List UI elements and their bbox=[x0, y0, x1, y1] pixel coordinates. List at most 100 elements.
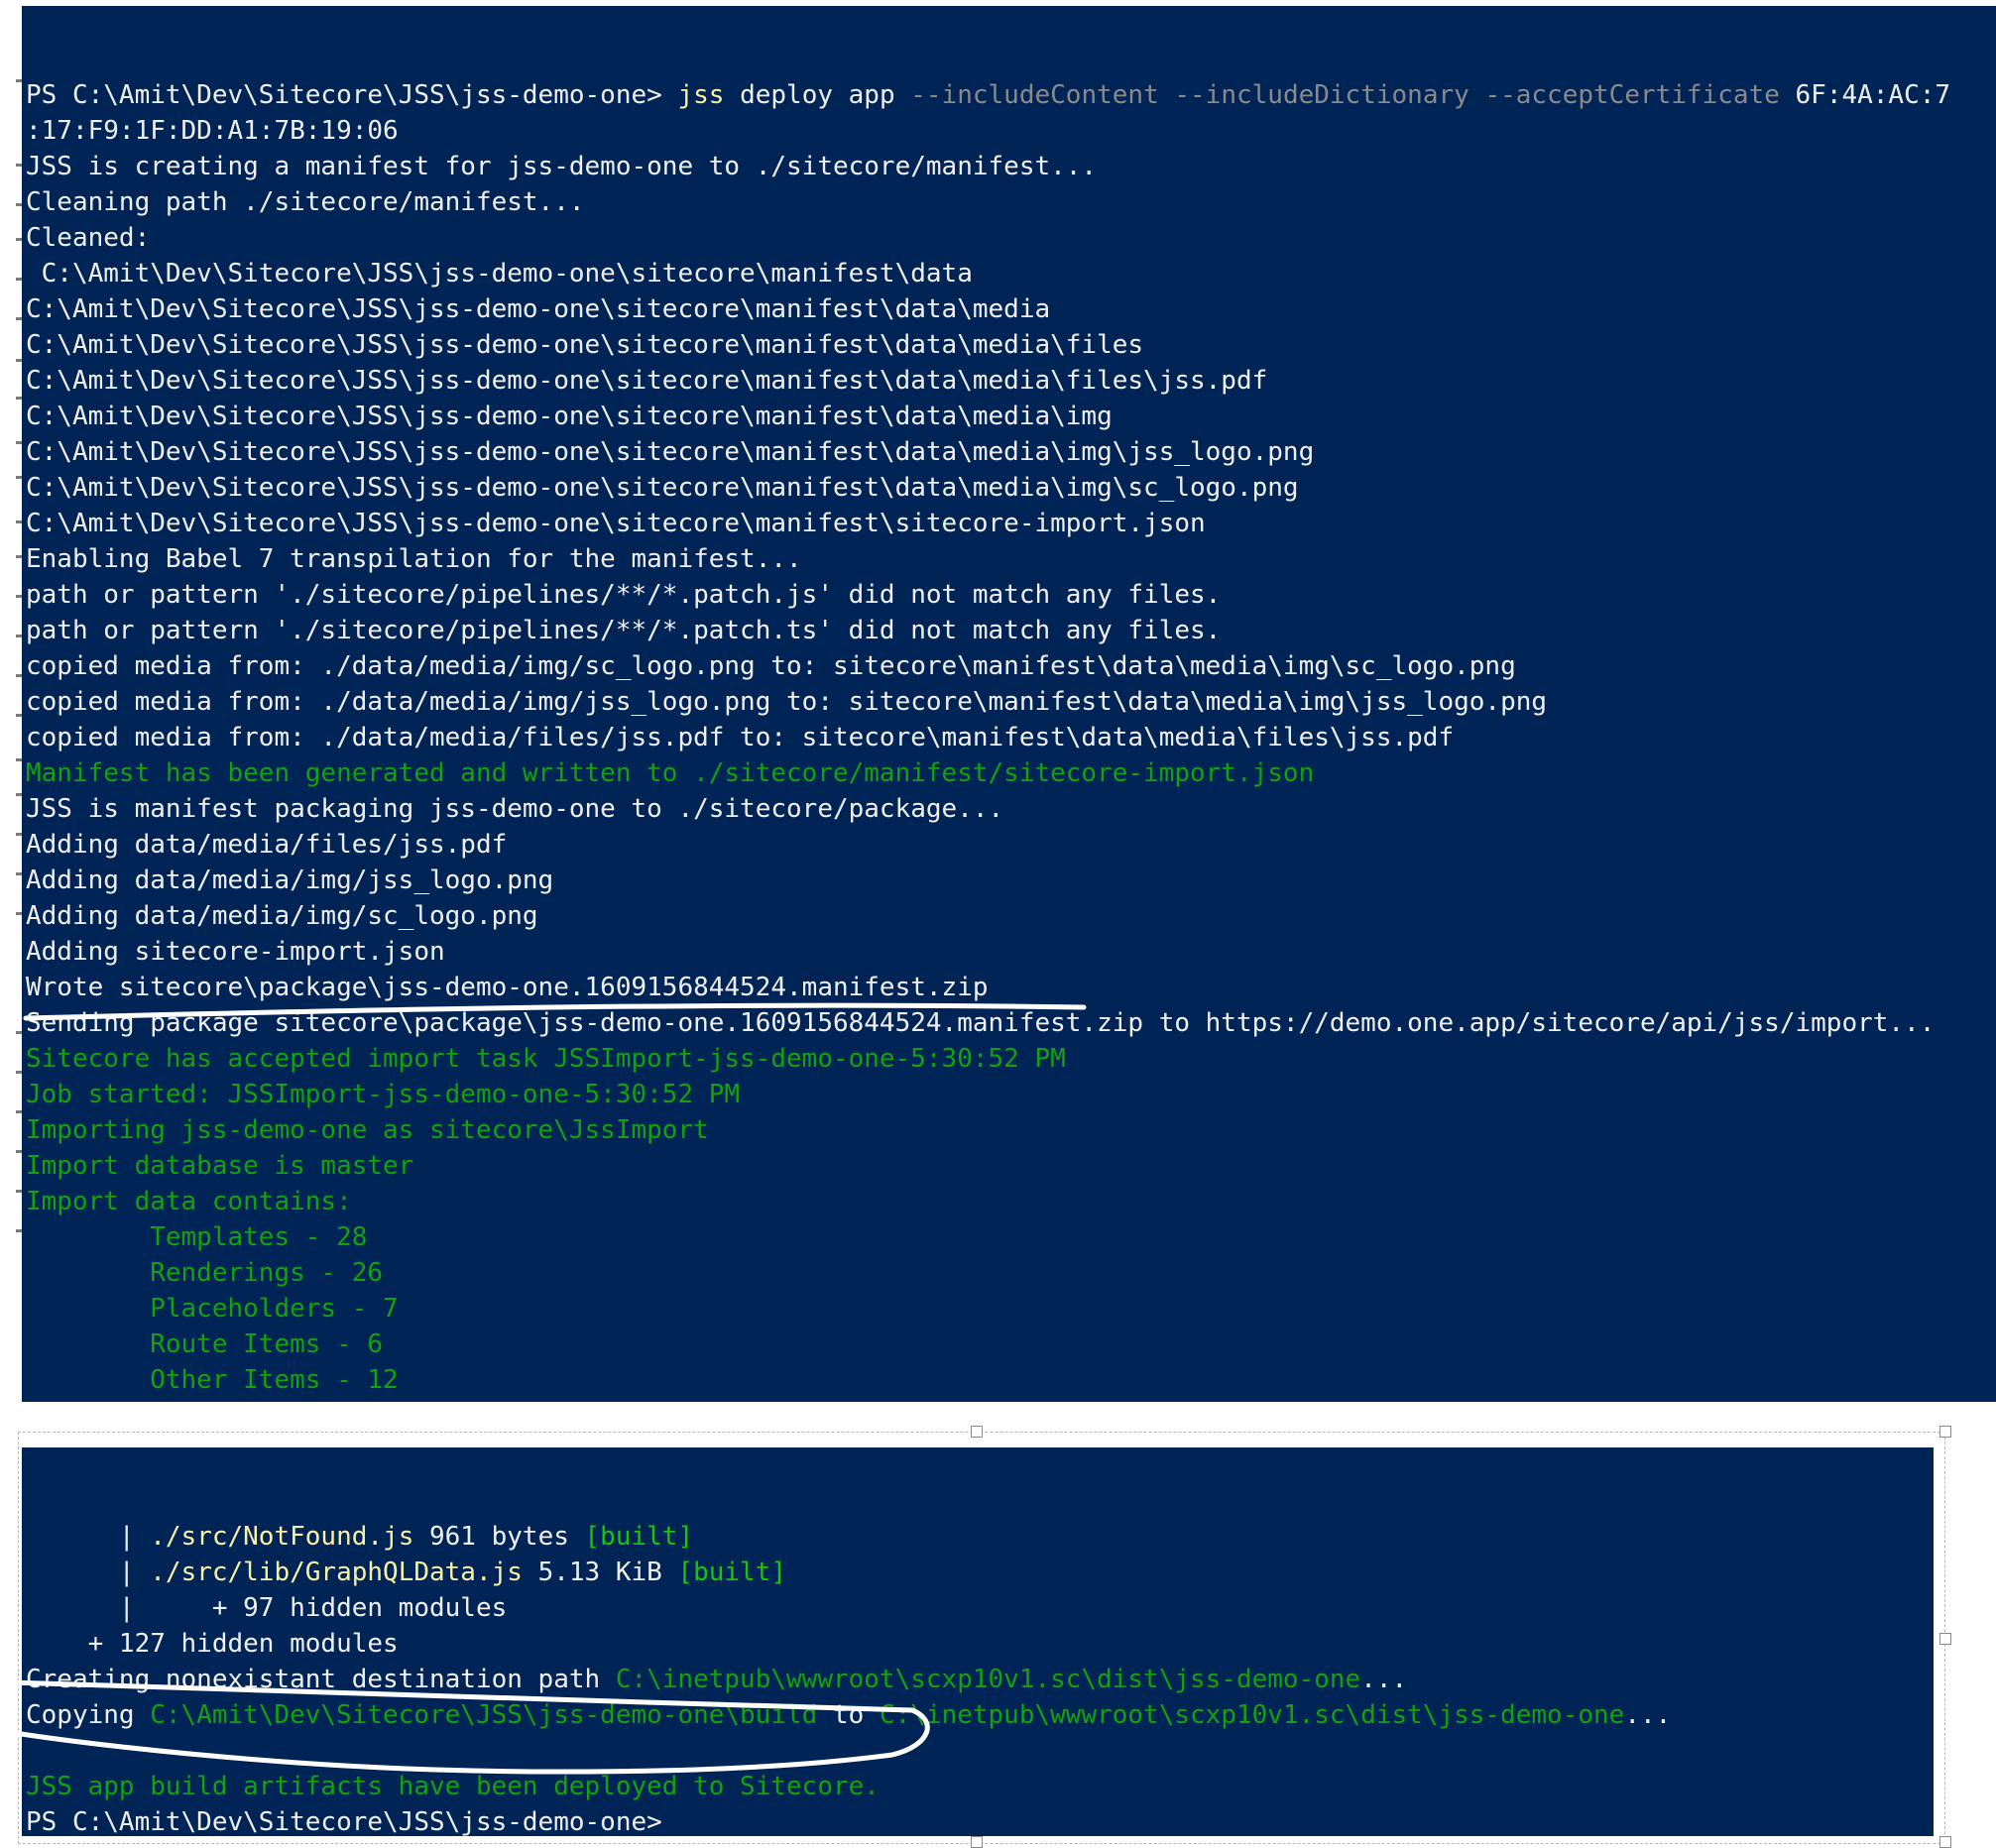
console-text-segment: --includeContent --includeDictionary --a… bbox=[910, 80, 1780, 110]
console-line: | + 97 hidden modules bbox=[26, 1590, 1934, 1626]
console-line: JSS app build artifacts have been deploy… bbox=[26, 1769, 1934, 1804]
console-text-segment: C:\Amit\Dev\Sitecore\JSS\jss-demo-one\si… bbox=[26, 473, 1299, 503]
console-line: | ./src/NotFound.js 961 bytes [built] bbox=[26, 1519, 1934, 1555]
console-text-segment: C:\Amit\Dev\Sitecore\JSS\jss-demo-one\si… bbox=[26, 509, 1206, 538]
console-text-segment: deploy app bbox=[724, 80, 911, 110]
console-text-segment: Cleaning path ./sitecore/manifest... bbox=[26, 187, 585, 217]
powershell-console-bottom[interactable]: | ./src/NotFound.js 961 bytes [built] | … bbox=[22, 1447, 1934, 1836]
console-text-segment: Dictionary Items - 4 bbox=[26, 1401, 460, 1402]
console-line: Sending package sitecore\package\jss-dem… bbox=[26, 1005, 1996, 1041]
console-text-segment: C:\inetpub\wwwroot\scxp10v1.sc\dist\jss-… bbox=[615, 1665, 1361, 1694]
console-text-segment: jss bbox=[677, 80, 725, 110]
console-text-segment: C:\Amit\Dev\Sitecore\JSS\jss-demo-one\si… bbox=[26, 437, 1315, 467]
console-text-segment: Route Items - 6 bbox=[26, 1329, 384, 1359]
resize-handle-bottom-right[interactable] bbox=[1939, 1836, 1951, 1848]
console-line: C:\Amit\Dev\Sitecore\JSS\jss-demo-one\si… bbox=[26, 327, 1996, 363]
resize-handle-bottom-center[interactable] bbox=[971, 1836, 983, 1848]
console-text-segment: JSS is manifest packaging jss-demo-one t… bbox=[26, 794, 1004, 824]
console-text-segment: PS C:\Amit\Dev\Sitecore\JSS\jss-demo-one… bbox=[26, 1807, 662, 1836]
console-text-segment: to bbox=[817, 1700, 880, 1730]
console-line: Copying C:\Amit\Dev\Sitecore\JSS\jss-dem… bbox=[26, 1697, 1934, 1733]
console-text-segment: + 127 hidden modules bbox=[26, 1629, 399, 1659]
console-text-segment: 961 bytes bbox=[413, 1522, 585, 1552]
console-text-segment: Adding data/media/files/jss.pdf bbox=[26, 830, 508, 860]
console-line: Wrote sitecore\package\jss-demo-one.1609… bbox=[26, 970, 1996, 1005]
console-line: Cleaning path ./sitecore/manifest... bbox=[26, 184, 1996, 220]
console-text-segment: JSS is creating a manifest for jss-demo-… bbox=[26, 152, 1098, 181]
console-text-segment: :17:F9:1F:DD:A1:7B:19:06 bbox=[26, 116, 399, 146]
console-text-segment: Placeholders - 7 bbox=[26, 1294, 399, 1324]
console-line: Import database is master bbox=[26, 1148, 1996, 1184]
console-line: Placeholders - 7 bbox=[26, 1291, 1996, 1327]
console-text-segment: copied media from: ./data/media/img/sc_l… bbox=[26, 651, 1516, 681]
console-line: C:\Amit\Dev\Sitecore\JSS\jss-demo-one\si… bbox=[26, 434, 1996, 470]
console-output-bottom: | ./src/NotFound.js 961 bytes [built] | … bbox=[22, 1519, 1934, 1836]
console-text-segment: ./src/lib/GraphQLData.js bbox=[150, 1558, 523, 1587]
console-text-segment: Other Items - 12 bbox=[26, 1365, 399, 1395]
console-line: Renderings - 26 bbox=[26, 1255, 1996, 1291]
console-line: Adding data/media/files/jss.pdf bbox=[26, 827, 1996, 863]
console-line: C:\Amit\Dev\Sitecore\JSS\jss-demo-one\si… bbox=[26, 506, 1996, 541]
console-line: copied media from: ./data/media/img/sc_l… bbox=[26, 648, 1996, 684]
console-line: Adding data/media/img/sc_logo.png bbox=[26, 898, 1996, 934]
console-text-segment: Manifest has been generated and written … bbox=[26, 758, 1315, 788]
console-text-segment: ... bbox=[1360, 1665, 1408, 1694]
console-text-segment: Renderings - 26 bbox=[26, 1258, 384, 1288]
console-text-segment: Templates - 28 bbox=[26, 1222, 368, 1252]
console-text-segment: Enabling Babel 7 transpilation for the m… bbox=[26, 544, 802, 574]
console-text-segment: Adding sitecore-import.json bbox=[26, 937, 445, 967]
console-line: PS C:\Amit\Dev\Sitecore\JSS\jss-demo-one… bbox=[26, 77, 1996, 113]
console-line: Job started: JSSImport-jss-demo-one-5:30… bbox=[26, 1077, 1996, 1112]
console-text-segment: Wrote sitecore\package\jss-demo-one.1609… bbox=[26, 973, 989, 1002]
console-line: JSS is manifest packaging jss-demo-one t… bbox=[26, 791, 1996, 827]
console-line: Templates - 28 bbox=[26, 1219, 1996, 1255]
console-text-segment: Import data contains: bbox=[26, 1187, 352, 1216]
console-line: C:\Amit\Dev\Sitecore\JSS\jss-demo-one\si… bbox=[26, 291, 1996, 327]
console-text-segment: Adding data/media/img/sc_logo.png bbox=[26, 901, 538, 931]
console-text-segment: [built] bbox=[584, 1522, 694, 1552]
console-line: Enabling Babel 7 transpilation for the m… bbox=[26, 541, 1996, 577]
console-line: path or pattern './sitecore/pipelines/**… bbox=[26, 613, 1996, 648]
console-text-segment: | bbox=[26, 1558, 151, 1587]
console-line: Importing jss-demo-one as sitecore\JssIm… bbox=[26, 1112, 1996, 1148]
console-text-segment: C:\inetpub\wwwroot\scxp10v1.sc\dist\jss-… bbox=[879, 1700, 1625, 1730]
console-line: | ./src/lib/GraphQLData.js 5.13 KiB [bui… bbox=[26, 1555, 1934, 1590]
console-line: path or pattern './sitecore/pipelines/**… bbox=[26, 577, 1996, 613]
console-line: Import data contains: bbox=[26, 1184, 1996, 1219]
console-line: Creating nonexistant destination path C:… bbox=[26, 1662, 1934, 1697]
console-text-segment: copied media from: ./data/media/files/js… bbox=[26, 723, 1455, 752]
console-text-segment: ./src/NotFound.js bbox=[150, 1522, 414, 1552]
console-line: Cleaned: bbox=[26, 220, 1996, 256]
console-text-segment: [built] bbox=[677, 1558, 787, 1587]
console-text-segment: path or pattern './sitecore/pipelines/**… bbox=[26, 580, 1222, 610]
console-line: :17:F9:1F:DD:A1:7B:19:06 bbox=[26, 113, 1996, 149]
console-text-segment: JSS app build artifacts have been deploy… bbox=[26, 1772, 880, 1801]
console-output-top: PS C:\Amit\Dev\Sitecore\JSS\jss-demo-one… bbox=[22, 77, 1996, 1402]
console-line: Adding sitecore-import.json bbox=[26, 934, 1996, 970]
console-text-segment: C:\Amit\Dev\Sitecore\JSS\jss-demo-one\si… bbox=[26, 259, 973, 289]
resize-handle-top-center[interactable] bbox=[971, 1426, 983, 1438]
powershell-console-top[interactable]: PS C:\Amit\Dev\Sitecore\JSS\jss-demo-one… bbox=[22, 6, 1996, 1402]
console-line: Manifest has been generated and written … bbox=[26, 755, 1996, 791]
console-line: copied media from: ./data/media/files/js… bbox=[26, 720, 1996, 755]
console-text-segment: | + 97 hidden modules bbox=[26, 1593, 508, 1623]
resize-handle-middle-right[interactable] bbox=[1939, 1633, 1951, 1645]
console-text-segment: C:\Amit\Dev\Sitecore\JSS\jss-demo-one\si… bbox=[26, 294, 1051, 324]
console-line: C:\Amit\Dev\Sitecore\JSS\jss-demo-one\si… bbox=[26, 470, 1996, 506]
console-text-segment: Adding data/media/img/jss_logo.png bbox=[26, 866, 554, 895]
console-text-segment: copied media from: ./data/media/img/jss_… bbox=[26, 687, 1548, 717]
console-line: C:\Amit\Dev\Sitecore\JSS\jss-demo-one\si… bbox=[26, 256, 1996, 291]
console-text-segment: Import database is master bbox=[26, 1151, 414, 1181]
console-line: Route Items - 6 bbox=[26, 1327, 1996, 1362]
resize-handle-top-right[interactable] bbox=[1939, 1426, 1951, 1438]
console-text-segment: ... bbox=[1624, 1700, 1672, 1730]
console-text-segment: Sending package sitecore\package\jss-dem… bbox=[26, 1008, 1936, 1038]
console-text-segment: C:\Amit\Dev\Sitecore\JSS\jss-demo-one\si… bbox=[26, 366, 1268, 396]
console-line: + 127 hidden modules bbox=[26, 1626, 1934, 1662]
console-text-segment: Creating nonexistant destination path bbox=[26, 1665, 616, 1694]
console-text-segment: Importing jss-demo-one as sitecore\JssIm… bbox=[26, 1115, 709, 1145]
console-text-segment: C:\Amit\Dev\Sitecore\JSS\jss-demo-one\si… bbox=[26, 402, 1113, 431]
console-line: PS C:\Amit\Dev\Sitecore\JSS\jss-demo-one… bbox=[26, 1804, 1934, 1836]
console-text-segment: Copying bbox=[26, 1700, 151, 1730]
